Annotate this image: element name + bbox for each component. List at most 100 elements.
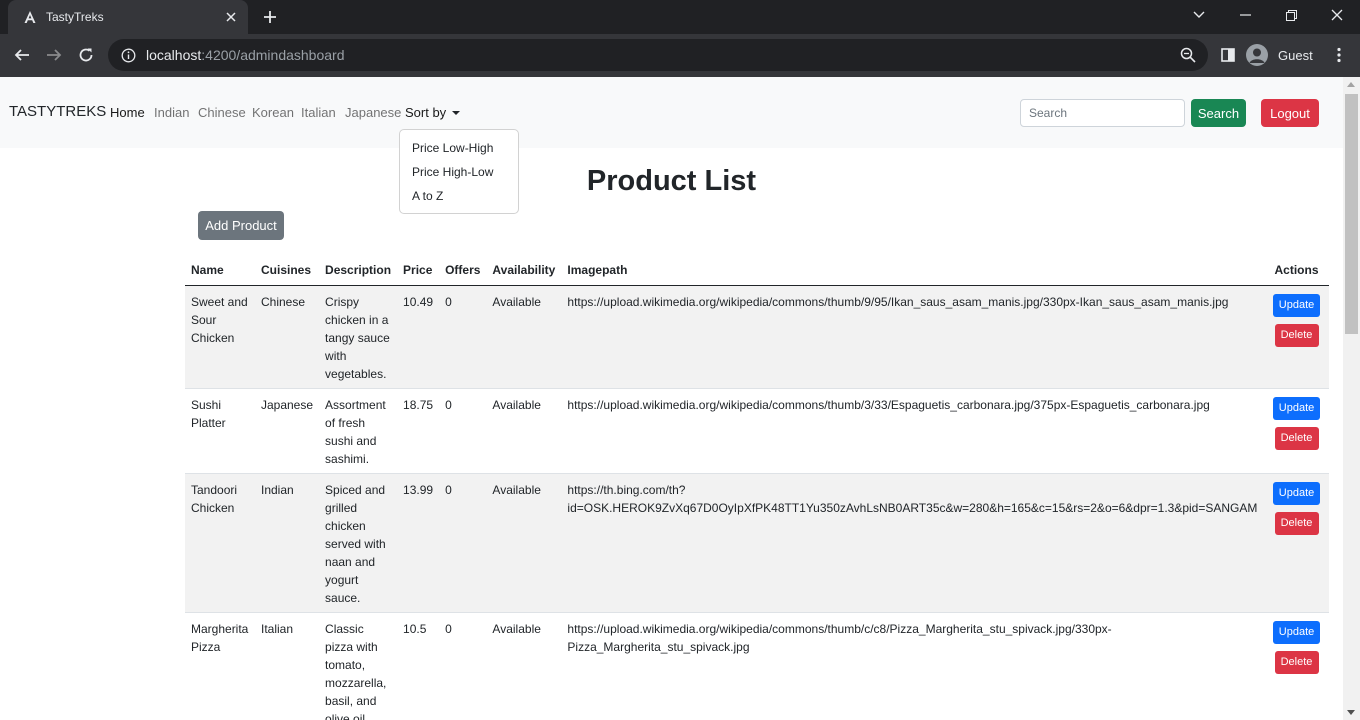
sort-by-dropdown-toggle[interactable]: Sort by xyxy=(405,105,461,120)
side-panel-icon[interactable] xyxy=(1214,41,1242,69)
cell-cuisine: Indian xyxy=(254,473,320,613)
column-header-price: Price xyxy=(397,257,440,286)
tab-close-icon[interactable] xyxy=(222,8,240,26)
nav-link-chinese[interactable]: Chinese xyxy=(198,105,246,120)
profile-name: Guest xyxy=(1278,47,1313,63)
product-table: Name Cuisines Description Price Offers A… xyxy=(185,257,1329,720)
guest-avatar-icon xyxy=(1246,44,1268,66)
cell-description: Crispy chicken in a tangy sauce with veg… xyxy=(319,285,398,389)
page-scrollbar[interactable] xyxy=(1343,77,1360,720)
search-input[interactable] xyxy=(1020,99,1185,127)
cell-cuisine: Italian xyxy=(254,612,320,720)
cell-offers: 0 xyxy=(439,473,487,613)
zoom-icon[interactable] xyxy=(1180,47,1196,63)
cell-actions: Update Delete xyxy=(1264,473,1329,613)
column-header-cuisines: Cuisines xyxy=(254,257,320,286)
column-header-availability: Availability xyxy=(486,257,562,286)
url-host: localhost xyxy=(146,47,202,63)
cell-actions: Update Delete xyxy=(1264,285,1329,389)
table-row: Tandoori Chicken Indian Spiced and grill… xyxy=(185,473,1329,613)
tab-search-chevron-icon[interactable] xyxy=(1176,0,1222,30)
nav-link-italian[interactable]: Italian xyxy=(301,105,336,120)
cell-availability: Available xyxy=(486,285,562,389)
logout-button[interactable]: Logout xyxy=(1261,99,1319,127)
cell-imagepath: https://upload.wikimedia.org/wikipedia/c… xyxy=(561,285,1265,389)
cell-description: Assortment of fresh sushi and sashimi. xyxy=(319,388,398,474)
close-window-icon[interactable] xyxy=(1314,0,1360,30)
search-button[interactable]: Search xyxy=(1191,99,1246,127)
cell-name: Sweet and Sour Chicken xyxy=(185,285,255,389)
cell-description: Classic pizza with tomato, mozzarella, b… xyxy=(319,612,398,720)
nav-link-indian[interactable]: Indian xyxy=(154,105,189,120)
page-viewport: TASTYTREKS Home Indian Chinese Korean It… xyxy=(0,77,1343,720)
sort-option-price-high-low[interactable]: Price High-Low xyxy=(400,160,518,184)
cell-imagepath: https://upload.wikimedia.org/wikipedia/c… xyxy=(561,612,1265,720)
page-title: Product List xyxy=(586,165,757,197)
cell-name: Margherita Pizza xyxy=(185,612,255,720)
add-product-button[interactable]: Add Product xyxy=(198,211,284,240)
delete-button[interactable]: Delete xyxy=(1274,511,1319,535)
column-header-imagepath: Imagepath xyxy=(561,257,1265,286)
back-icon[interactable] xyxy=(8,41,36,69)
minimize-icon[interactable] xyxy=(1222,0,1268,30)
update-button[interactable]: Update xyxy=(1273,481,1321,505)
cell-price: 13.99 xyxy=(397,473,440,613)
update-button[interactable]: Update xyxy=(1273,396,1321,420)
app-navbar: TASTYTREKS Home Indian Chinese Korean It… xyxy=(0,77,1343,148)
nav-link-japanese[interactable]: Japanese xyxy=(345,105,401,120)
caret-down-icon xyxy=(452,110,461,115)
cell-offers: 0 xyxy=(439,612,487,720)
sort-option-price-low-high[interactable]: Price Low-High xyxy=(400,136,518,160)
url-text: localhost:4200/admindashboard xyxy=(146,47,345,63)
cell-availability: Available xyxy=(486,388,562,474)
scroll-down-arrow-icon[interactable] xyxy=(1347,710,1355,715)
column-header-name: Name xyxy=(185,257,255,286)
forward-icon[interactable] xyxy=(40,41,68,69)
update-button[interactable]: Update xyxy=(1273,293,1321,317)
table-row: Margherita Pizza Italian Classic pizza w… xyxy=(185,612,1329,720)
scrollbar-thumb[interactable] xyxy=(1345,94,1358,334)
browser-toolbar: localhost:4200/admindashboard Guest xyxy=(0,34,1360,77)
profile-button[interactable]: Guest xyxy=(1246,41,1313,69)
table-row: Sweet and Sour Chicken Chinese Crispy ch… xyxy=(185,285,1329,389)
update-button[interactable]: Update xyxy=(1273,620,1321,644)
address-bar[interactable]: localhost:4200/admindashboard xyxy=(108,39,1208,71)
cell-availability: Available xyxy=(486,473,562,613)
nav-link-home[interactable]: Home xyxy=(110,105,145,120)
sort-dropdown-menu: Price Low-High Price High-Low A to Z xyxy=(399,129,519,214)
column-header-offers: Offers xyxy=(439,257,487,286)
delete-button[interactable]: Delete xyxy=(1274,650,1319,674)
cell-availability: Available xyxy=(486,612,562,720)
cell-description: Spiced and grilled chicken served with n… xyxy=(319,473,398,613)
column-header-actions: Actions xyxy=(1264,257,1329,286)
table-row: Sushi Platter Japanese Assortment of fre… xyxy=(185,388,1329,474)
browser-tab[interactable]: TastyTreks xyxy=(8,0,248,34)
cell-name: Tandoori Chicken xyxy=(185,473,255,613)
browser-tab-bar: TastyTreks xyxy=(0,0,1360,34)
cell-price: 18.75 xyxy=(397,388,440,474)
cell-actions: Update Delete xyxy=(1264,612,1329,720)
scroll-up-arrow-icon[interactable] xyxy=(1347,82,1355,87)
sort-option-a-to-z[interactable]: A to Z xyxy=(400,184,518,208)
brand-logo[interactable]: TASTYTREKS xyxy=(9,103,106,120)
nav-link-korean[interactable]: Korean xyxy=(252,105,294,120)
delete-button[interactable]: Delete xyxy=(1274,426,1319,450)
cell-offers: 0 xyxy=(439,285,487,389)
cell-name: Sushi Platter xyxy=(185,388,255,474)
cell-price: 10.49 xyxy=(397,285,440,389)
cell-imagepath: https://th.bing.com/th?id=OSK.HEROK9ZvXq… xyxy=(561,473,1265,613)
cell-price: 10.5 xyxy=(397,612,440,720)
reload-icon[interactable] xyxy=(72,41,100,69)
column-header-description: Description xyxy=(319,257,398,286)
new-tab-icon[interactable] xyxy=(258,5,282,29)
restore-icon[interactable] xyxy=(1268,0,1314,30)
cell-offers: 0 xyxy=(439,388,487,474)
delete-button[interactable]: Delete xyxy=(1274,323,1319,347)
cell-cuisine: Japanese xyxy=(254,388,320,474)
url-path: :4200/admindashboard xyxy=(201,47,345,63)
tab-title: TastyTreks xyxy=(46,10,104,24)
cell-cuisine: Chinese xyxy=(254,285,320,389)
browser-menu-icon[interactable] xyxy=(1325,41,1353,69)
site-info-icon[interactable] xyxy=(120,47,136,63)
sort-by-label: Sort by xyxy=(405,105,447,120)
